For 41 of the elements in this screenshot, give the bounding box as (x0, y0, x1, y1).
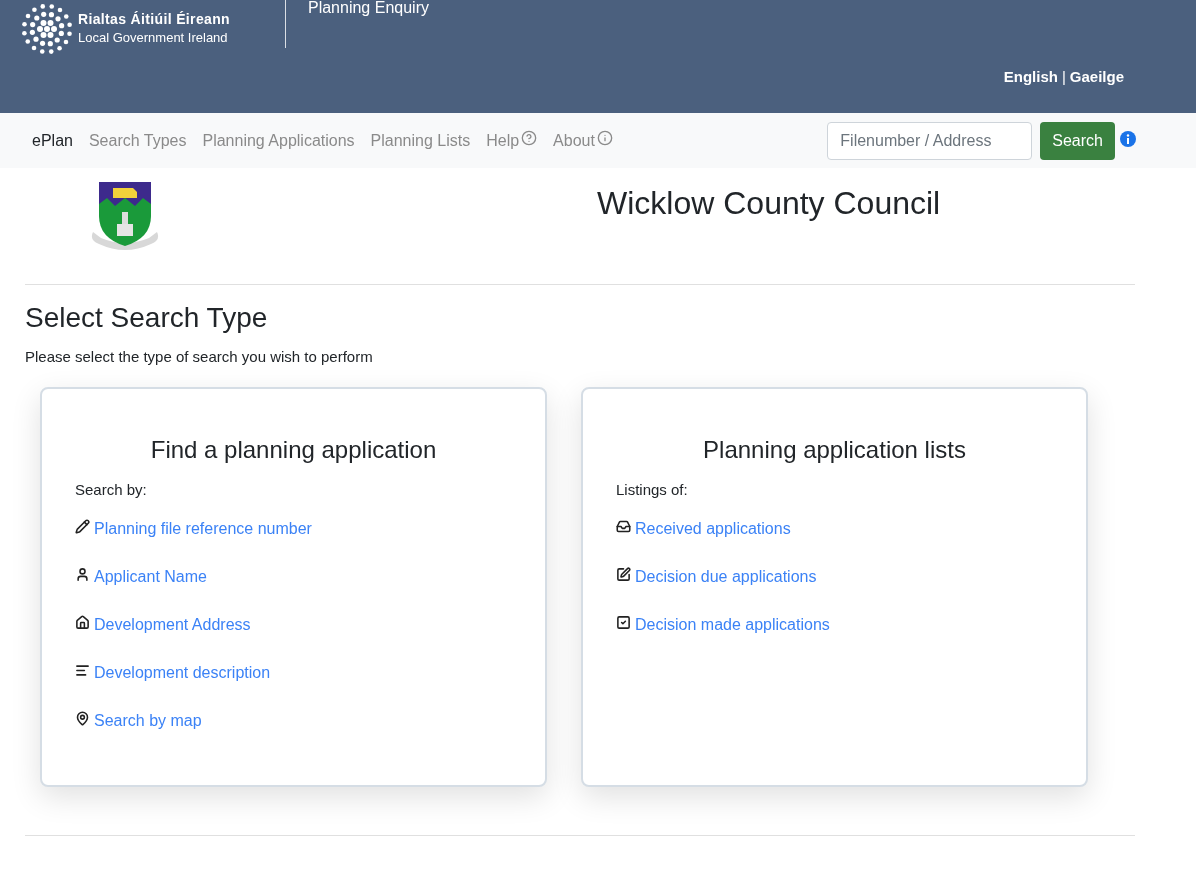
search-link[interactable]: Search by map (94, 709, 202, 732)
search-link[interactable]: Applicant Name (94, 565, 207, 588)
info-icon[interactable] (1120, 130, 1136, 147)
info-icon (596, 129, 613, 146)
language-link[interactable]: Gaeilge (1069, 66, 1124, 89)
nav-link[interactable]: ePlan (32, 128, 73, 153)
map-pin-icon (75, 711, 90, 726)
search-link[interactable]: Development Address (94, 613, 251, 636)
app-title: Planning Enquiry (308, 0, 429, 18)
card-subtitle: Search by: (75, 480, 147, 500)
nav-link[interactable]: Help (486, 128, 538, 153)
search-field[interactable]: Filenumber / Address (827, 121, 1033, 160)
card-subtitle: Listings of: (616, 480, 688, 500)
intro-text: Please select the type of search you wish to perform (25, 347, 373, 367)
text-lines-icon (75, 663, 90, 678)
logo-title: Rialtas Áitiúil Éireann (78, 10, 230, 29)
house-icon (75, 615, 90, 630)
search-link[interactable]: Development description (94, 661, 271, 684)
logo-subtitle: Local Government Ireland (78, 29, 229, 47)
card-title: Find a planning application (149, 435, 438, 465)
language-separator: | (1061, 67, 1066, 87)
search-link[interactable]: Planning file reference number (94, 517, 312, 540)
page-title: Select Search Type (25, 301, 268, 335)
search-link[interactable]: Decision made applications (635, 613, 830, 636)
search-button[interactable]: Search (1040, 121, 1115, 160)
user-icon (75, 567, 90, 582)
language-link[interactable]: English (1003, 66, 1058, 89)
council-name: Wicklow County Council (597, 184, 941, 222)
pencil-icon (75, 519, 90, 534)
checkbox-icon (616, 615, 631, 630)
nav-link[interactable]: Search Types (88, 128, 187, 153)
card-title: Planning application lists (702, 435, 967, 465)
search-link[interactable]: Decision due applications (635, 565, 817, 588)
nav-link[interactable]: Planning Applications (202, 128, 355, 153)
help-icon (521, 129, 538, 146)
nav-link[interactable]: About (553, 128, 613, 153)
edit-icon (616, 567, 631, 582)
dotted-circle-logo-icon (22, 4, 72, 54)
inbox-icon (616, 519, 631, 534)
search-link[interactable]: Received applications (635, 517, 791, 540)
nav-link[interactable]: Planning Lists (370, 128, 471, 153)
